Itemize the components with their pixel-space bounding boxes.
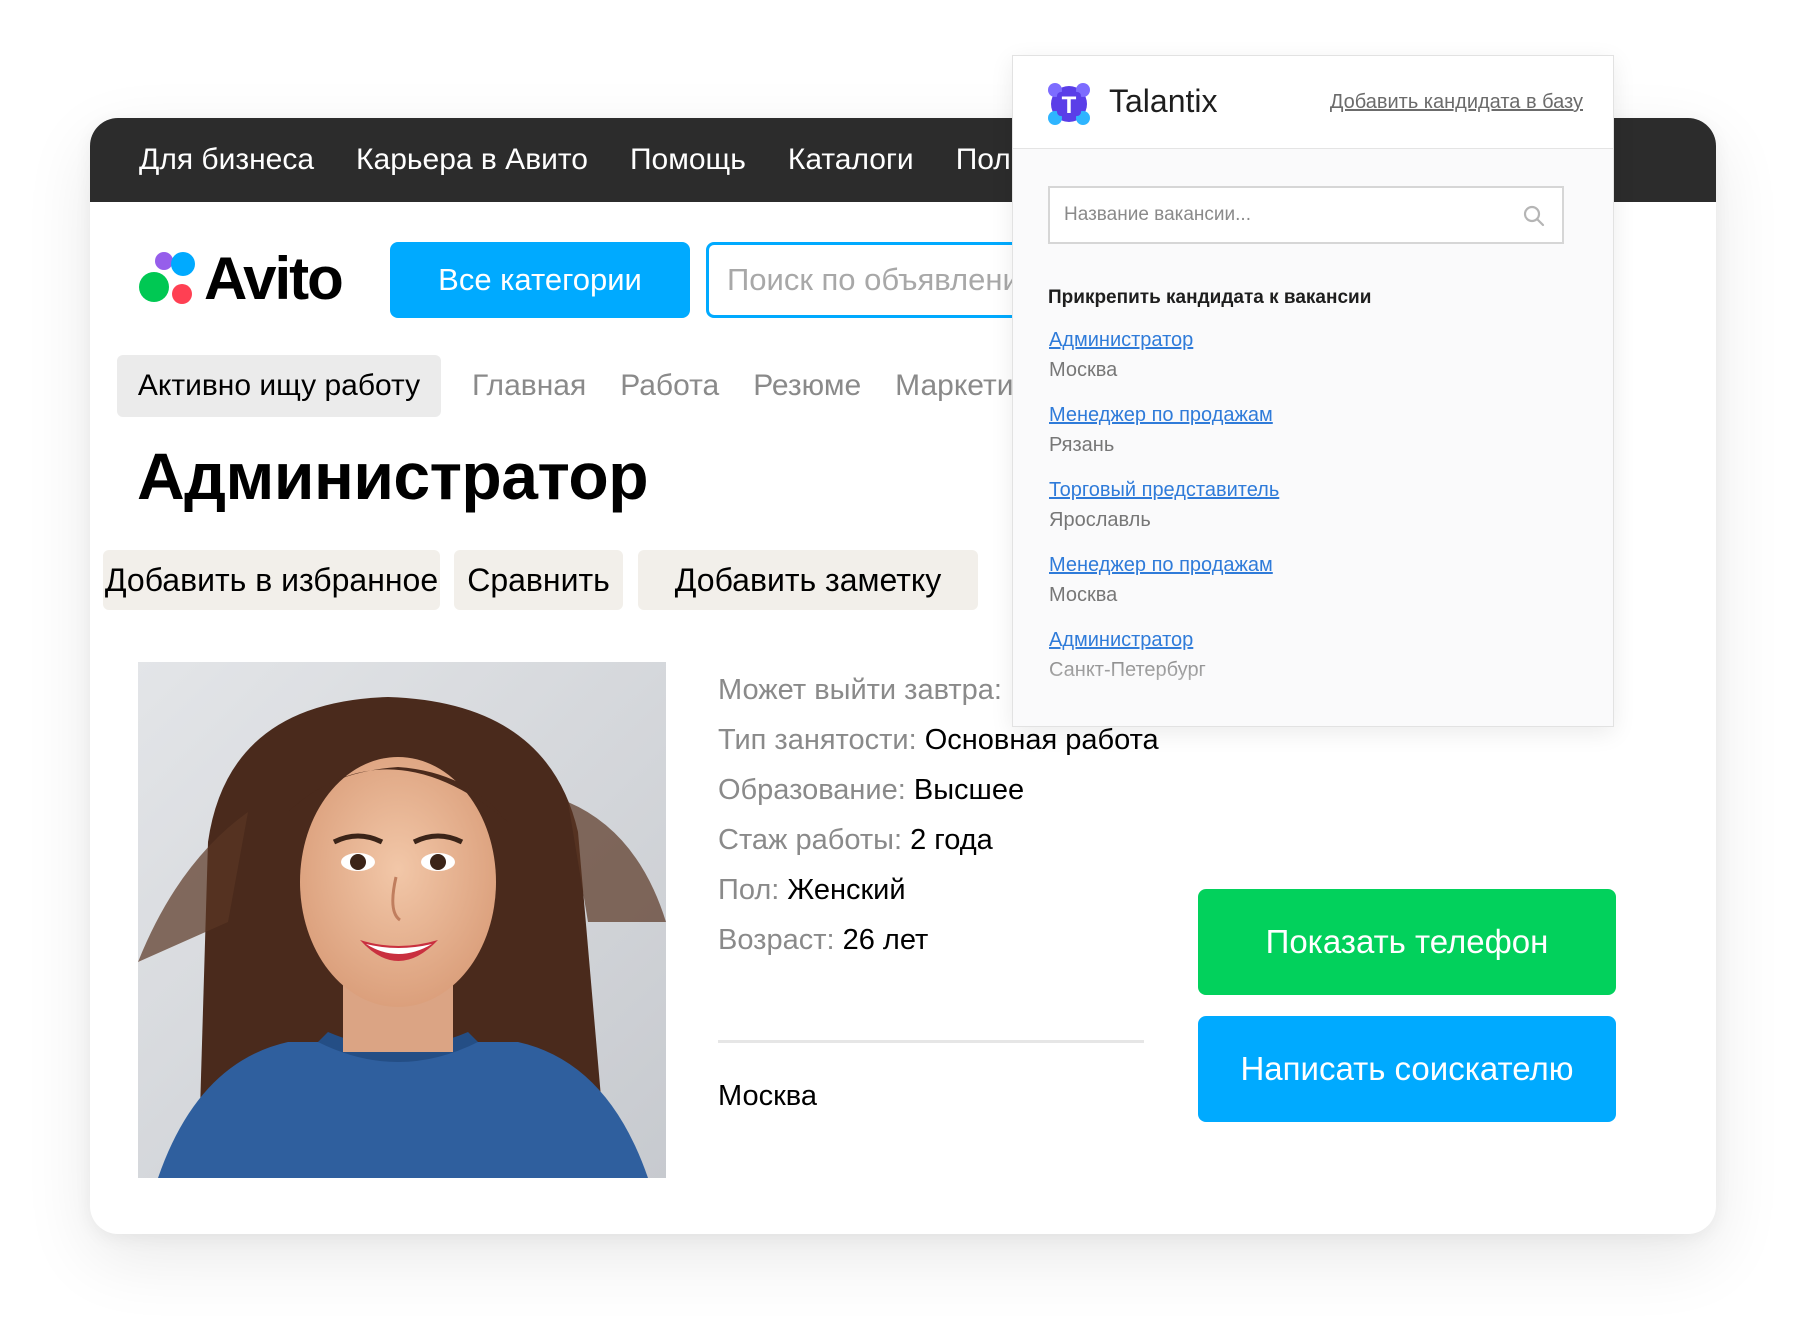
detail-label: Возраст: — [718, 924, 835, 956]
vacancy-city: Санкт-Петербург — [1049, 659, 1206, 681]
avito-logo-text: Avito — [204, 245, 344, 312]
talantix-logo-icon: T — [1048, 83, 1090, 125]
detail-age: Возраст: 26 лет — [718, 924, 1198, 957]
sub-nav-main[interactable]: Главная — [472, 369, 586, 403]
top-nav-career[interactable]: Карьера в Авито — [356, 143, 588, 177]
sub-nav-job[interactable]: Работа — [620, 369, 719, 403]
all-categories-button[interactable]: Все категории — [390, 242, 690, 318]
vacancy-city: Москва — [1049, 584, 1118, 606]
show-phone-button[interactable]: Показать телефон — [1198, 889, 1616, 995]
vacancy-item: Торговый представитель Ярославль — [1049, 477, 1279, 552]
avito-logo[interactable]: Avito — [138, 245, 344, 312]
talantix-panel: T Talantix Добавить кандидата в базу Наз… — [1012, 55, 1614, 727]
detail-value: Основная работа — [924, 724, 1159, 756]
search-icon[interactable] — [1522, 204, 1546, 228]
vacancy-search-input[interactable]: Название вакансии... — [1048, 186, 1564, 244]
candidate-photo — [138, 662, 666, 1178]
divider — [718, 1040, 1144, 1043]
detail-education: Образование: Высшее — [718, 774, 1198, 807]
detail-label: Может выйти завтра: — [718, 674, 1002, 706]
avito-logo-icon — [139, 252, 195, 304]
talantix-body: Название вакансии... Прикрепить кандидат… — [1013, 149, 1613, 726]
attach-heading: Прикрепить кандидата к вакансии — [1048, 287, 1372, 308]
add-favorite-button[interactable]: Добавить в избранное — [103, 550, 440, 610]
compare-button[interactable]: Сравнить — [454, 550, 623, 610]
vacancy-link[interactable]: Администратор — [1049, 627, 1279, 653]
svg-text:T: T — [1062, 92, 1077, 119]
page-title: Администратор — [137, 439, 649, 513]
add-note-button[interactable]: Добавить заметку — [638, 550, 978, 610]
detail-value: 26 лет — [842, 924, 929, 956]
vacancy-city: Москва — [1049, 359, 1118, 381]
detail-employment: Тип занятости: Основная работа — [718, 724, 1198, 757]
detail-label: Образование: — [718, 774, 906, 806]
vacancy-link[interactable]: Менеджер по продажам — [1049, 402, 1279, 428]
detail-label: Тип занятости: — [718, 724, 917, 756]
talantix-header: T Talantix Добавить кандидата в базу — [1013, 56, 1613, 149]
detail-value: 2 года — [910, 824, 993, 856]
vacancy-link[interactable]: Администратор — [1049, 327, 1279, 353]
vacancy-city: Ярославль — [1049, 509, 1151, 531]
add-candidate-link[interactable]: Добавить кандидата в базу — [1330, 91, 1583, 114]
status-chip[interactable]: Активно ищу работу — [117, 355, 441, 417]
vacancy-city: Рязань — [1049, 434, 1115, 456]
top-nav-catalogs[interactable]: Каталоги — [788, 143, 914, 177]
sub-nav: Главная Работа Резюме Маркети — [472, 355, 1048, 417]
detail-gender: Пол: Женский — [718, 874, 1198, 907]
sub-nav-resume[interactable]: Резюме — [753, 369, 861, 403]
vacancy-search-placeholder: Название вакансии... — [1064, 204, 1251, 225]
detail-value: Женский — [787, 874, 906, 906]
talantix-brand: Talantix — [1109, 83, 1218, 119]
detail-experience: Стаж работы: 2 года — [718, 824, 1198, 857]
vacancy-item: Администратор Санкт-Петербург — [1049, 627, 1279, 702]
detail-label: Стаж работы: — [718, 824, 903, 856]
vacancy-item: Администратор Москва — [1049, 327, 1279, 402]
vacancy-link[interactable]: Торговый представитель — [1049, 477, 1279, 503]
sub-nav-marketing[interactable]: Маркети — [895, 369, 1013, 403]
write-candidate-button[interactable]: Написать соискателю — [1198, 1016, 1616, 1122]
search-placeholder: Поиск по объявлениям — [727, 262, 1058, 297]
vacancy-item: Менеджер по продажам Рязань — [1049, 402, 1279, 477]
detail-value: Высшее — [913, 774, 1025, 806]
detail-label: Пол: — [718, 874, 780, 906]
vacancy-item: Менеджер по продажам Москва — [1049, 552, 1279, 627]
location-city: Москва — [718, 1080, 818, 1112]
vacancy-link[interactable]: Менеджер по продажам — [1049, 552, 1279, 578]
top-nav-help[interactable]: Помощь — [630, 143, 746, 177]
vacancy-list: Администратор Москва Менеджер по продажа… — [1049, 327, 1279, 702]
top-nav-business[interactable]: Для бизнеса — [139, 143, 314, 177]
